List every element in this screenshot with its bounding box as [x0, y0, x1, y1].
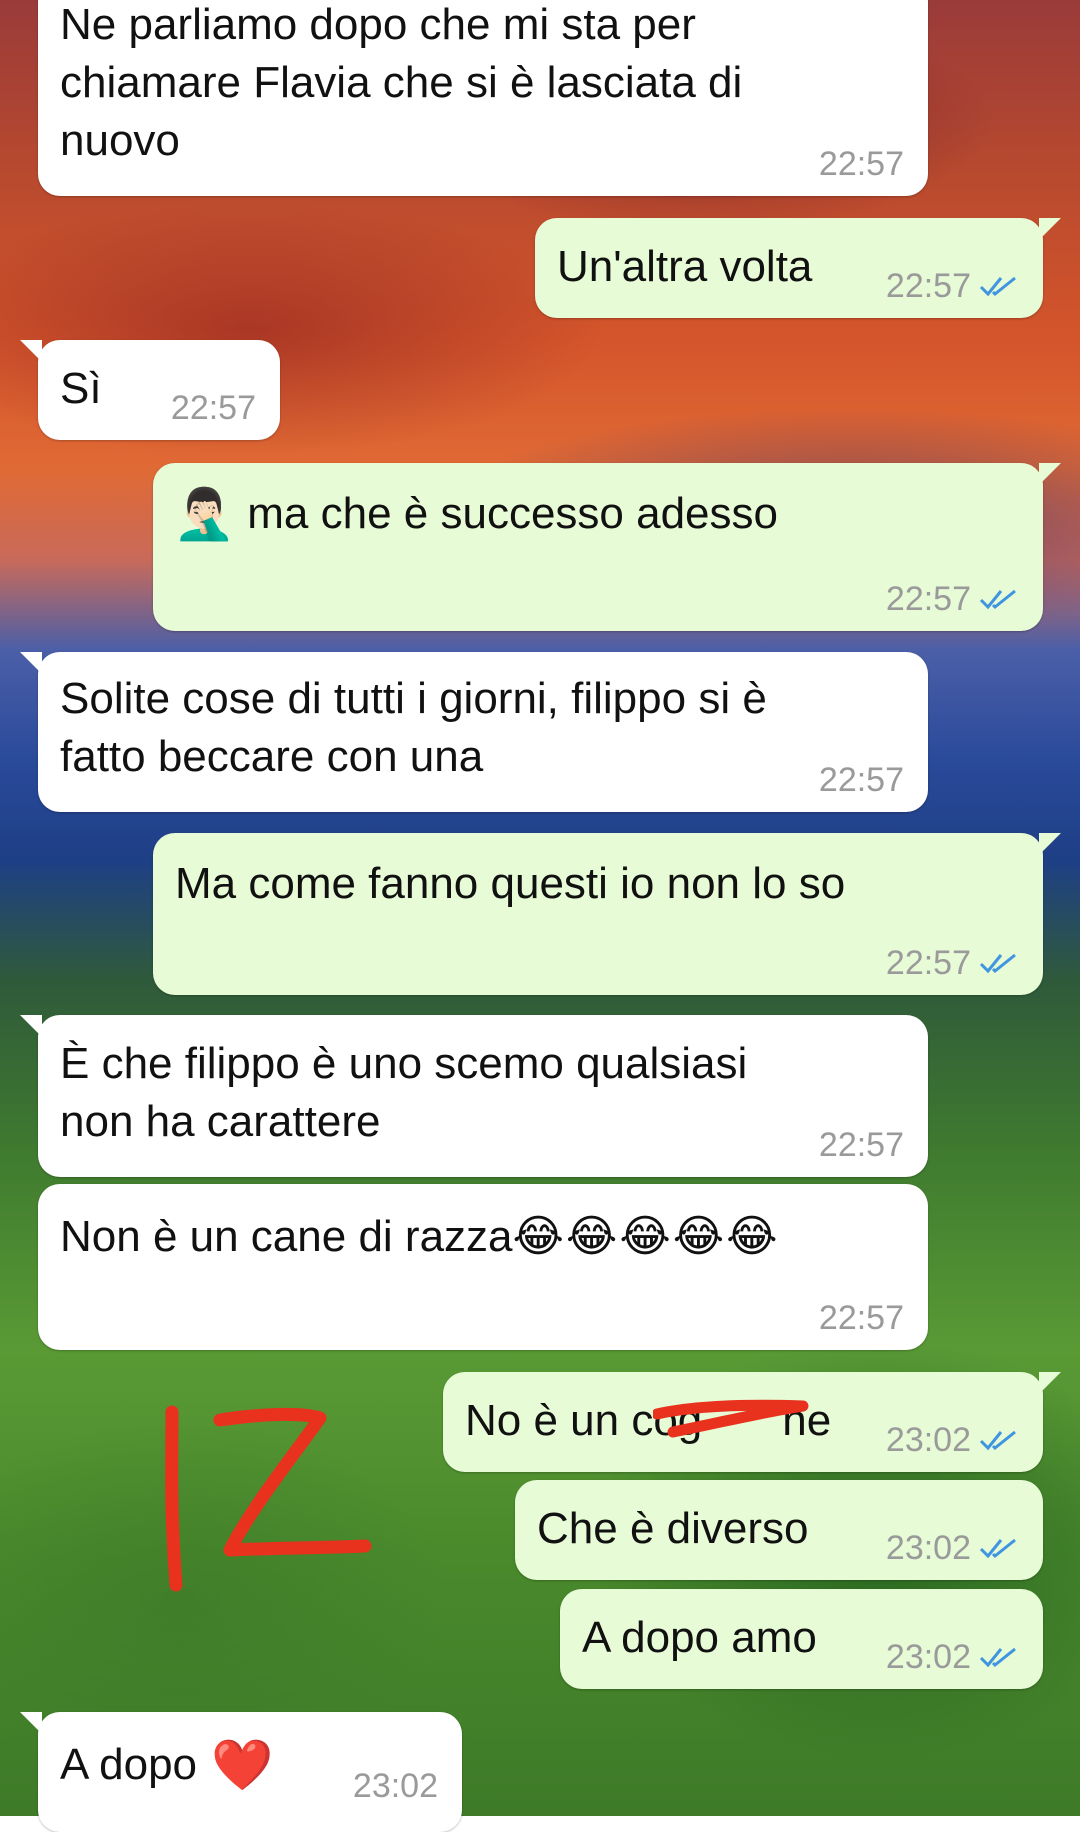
message-text: A dopo amo [582, 1613, 817, 1662]
message-outgoing[interactable]: Che è diverso 23:02 [515, 1480, 1043, 1580]
message-time: 22:57 [885, 267, 971, 305]
message-outgoing[interactable]: Ma come fanno questi io non lo so 22:57 [153, 833, 1061, 995]
message-incoming[interactable]: Non è un cane di razza 😂😂😂😂😂 22:57 [38, 1184, 928, 1350]
message-meta: 22:57 [886, 943, 1019, 983]
message-outgoing[interactable]: No è un cog ne 23:02 [443, 1372, 1061, 1472]
message-text: Sì [60, 364, 102, 413]
laughing-tears-emoji: 😂😂😂😂😂 [512, 1211, 780, 1262]
message-text: Ne parliamo dopo che mi sta per chiamare… [60, 0, 743, 165]
message-meta: 23:02 [886, 1637, 1019, 1677]
message-meta: 22:57 [819, 760, 904, 800]
message-time: 22:57 [818, 1126, 904, 1164]
message-incoming[interactable]: Ne parliamo dopo che mi sta per chiamare… [38, 0, 928, 196]
read-double-check-icon [979, 589, 1016, 610]
message-outgoing[interactable]: Un'altra volta 22:57 [535, 218, 1061, 318]
message-meta: 22:57 [886, 266, 1019, 306]
red-scribble-mark [653, 1399, 809, 1438]
message-meta: 23:02 [353, 1766, 438, 1806]
read-double-check-icon [979, 1430, 1016, 1451]
message-incoming[interactable]: Sì 22:57 [20, 340, 280, 440]
message-time: 23:02 [885, 1638, 971, 1676]
message-meta: 22:57 [886, 579, 1019, 619]
message-time: 23:02 [885, 1421, 971, 1459]
red-heart-emoji: ❤️ [211, 1736, 274, 1794]
message-meta: 22:57 [819, 1125, 904, 1165]
message-meta: 22:57 [171, 388, 256, 428]
handwritten-annotation [165, 1405, 372, 1592]
message-text: Solite cose di tutti i giorni, filippo s… [60, 674, 767, 781]
message-meta: 22:57 [819, 1298, 904, 1338]
message-text: È che filippo è uno scemo qualsiasi non … [60, 1039, 748, 1146]
read-double-check-icon [979, 1647, 1016, 1668]
message-text: A dopo [60, 1740, 198, 1789]
message-outgoing[interactable]: A dopo amo 23:02 [560, 1589, 1043, 1689]
message-time: 22:57 [885, 944, 971, 982]
message-incoming[interactable]: È che filippo è uno scemo qualsiasi non … [20, 1015, 928, 1177]
message-meta: 23:02 [886, 1420, 1019, 1460]
read-double-check-icon [979, 276, 1016, 297]
message-time: 23:02 [885, 1529, 971, 1567]
message-meta: 23:02 [886, 1528, 1019, 1568]
message-time: 22:57 [818, 761, 904, 799]
message-meta: 22:57 [819, 144, 904, 184]
message-time: 22:57 [170, 389, 256, 427]
read-double-check-icon [979, 1538, 1016, 1559]
message-incoming[interactable]: A dopo ❤️ 23:02 [20, 1712, 462, 1832]
message-time: 22:57 [818, 145, 904, 183]
message-text: Ma come fanno questi io non lo so [175, 859, 846, 908]
message-time: 22:57 [818, 1299, 904, 1337]
facepalm-emoji: 🤦🏻‍♂️ [173, 485, 236, 543]
message-text: Un'altra volta [557, 242, 813, 291]
message-time: 23:02 [352, 1767, 438, 1805]
read-double-check-icon [979, 953, 1016, 974]
message-time: 22:57 [885, 580, 971, 618]
message-text: Non è un cane di razza [60, 1212, 513, 1261]
message-text: Che è diverso [537, 1504, 809, 1553]
message-outgoing[interactable]: 🤦🏻‍♂️ ma che è successo adesso 22:57 [153, 463, 1061, 631]
message-incoming[interactable]: Solite cose di tutti i giorni, filippo s… [20, 652, 928, 812]
message-text: ma che è successo adesso [247, 489, 778, 538]
